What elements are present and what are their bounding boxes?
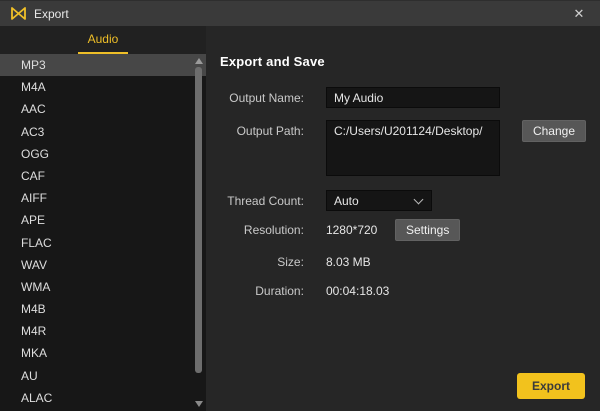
settings-button[interactable]: Settings xyxy=(395,219,460,241)
chevron-down-icon xyxy=(414,195,424,205)
export-dialog: Export ✕ Audio MP3M4AAACAC3OGGCAFAIFFAPE… xyxy=(0,0,600,411)
size-label: Size: xyxy=(220,255,304,269)
sidebar-item-mp3[interactable]: MP3 xyxy=(0,54,206,76)
sidebar-item-flac[interactable]: FLAC xyxy=(0,232,206,254)
window-title: Export xyxy=(34,7,69,21)
sidebar-item-wav[interactable]: WAV xyxy=(0,254,206,276)
output-path-label: Output Path: xyxy=(220,120,304,138)
sidebar-item-m4a[interactable]: M4A xyxy=(0,76,206,98)
scroll-up-icon[interactable] xyxy=(195,58,203,64)
output-name-label: Output Name: xyxy=(220,91,304,105)
page-title: Export and Save xyxy=(220,54,586,69)
close-icon[interactable]: ✕ xyxy=(566,1,592,27)
thread-count-dropdown[interactable]: Auto xyxy=(326,190,432,211)
tab-strip: Audio xyxy=(0,26,206,54)
export-button[interactable]: Export xyxy=(517,373,585,399)
output-name-row: Output Name: xyxy=(220,87,586,108)
scroll-down-icon[interactable] xyxy=(195,401,203,407)
tab-audio[interactable]: Audio xyxy=(78,32,129,54)
duration-row: Duration: 00:04:18.03 xyxy=(220,284,586,298)
scrollbar-thumb[interactable] xyxy=(195,67,202,373)
sidebar-item-au[interactable]: AU xyxy=(0,365,206,387)
sidebar-item-wma[interactable]: WMA xyxy=(0,276,206,298)
thread-count-value: Auto xyxy=(334,194,359,208)
sidebar-item-aac[interactable]: AAC xyxy=(0,98,206,120)
sidebar-item-ape[interactable]: APE xyxy=(0,209,206,231)
thread-count-row: Thread Count: Auto xyxy=(220,190,586,211)
scrollbar[interactable] xyxy=(194,54,205,411)
main-panel: Export and Save Output Name: Output Path… xyxy=(206,26,600,411)
sidebar-item-ogg[interactable]: OGG xyxy=(0,143,206,165)
sidebar-item-aiff[interactable]: AIFF xyxy=(0,187,206,209)
resolution-row: Resolution: 1280*720 Settings xyxy=(220,219,586,241)
size-value: 8.03 MB xyxy=(326,255,371,269)
sidebar-item-caf[interactable]: CAF xyxy=(0,165,206,187)
sidebar-item-ac3[interactable]: AC3 xyxy=(0,121,206,143)
resolution-label: Resolution: xyxy=(220,223,304,237)
app-logo-icon xyxy=(10,6,27,21)
sidebar-item-m4r[interactable]: M4R xyxy=(0,320,206,342)
format-list: MP3M4AAACAC3OGGCAFAIFFAPEFLACWAVWMAM4BM4… xyxy=(0,54,206,411)
sidebar-item-alac[interactable]: ALAC xyxy=(0,387,206,409)
duration-label: Duration: xyxy=(220,284,304,298)
output-name-input[interactable] xyxy=(326,87,500,108)
sidebar-item-m4b[interactable]: M4B xyxy=(0,298,206,320)
size-row: Size: 8.03 MB xyxy=(220,255,586,269)
thread-count-label: Thread Count: xyxy=(220,194,304,208)
sidebar-item-mka[interactable]: MKA xyxy=(0,342,206,364)
change-button[interactable]: Change xyxy=(522,120,586,142)
output-path-row: Output Path: C:/Users/U201124/Desktop/ C… xyxy=(220,120,586,176)
title-bar: Export ✕ xyxy=(0,0,600,26)
duration-value: 00:04:18.03 xyxy=(326,284,389,298)
resolution-value: 1280*720 xyxy=(326,223,382,237)
output-path-input[interactable]: C:/Users/U201124/Desktop/ xyxy=(326,120,500,176)
sidebar: Audio MP3M4AAACAC3OGGCAFAIFFAPEFLACWAVWM… xyxy=(0,26,206,411)
